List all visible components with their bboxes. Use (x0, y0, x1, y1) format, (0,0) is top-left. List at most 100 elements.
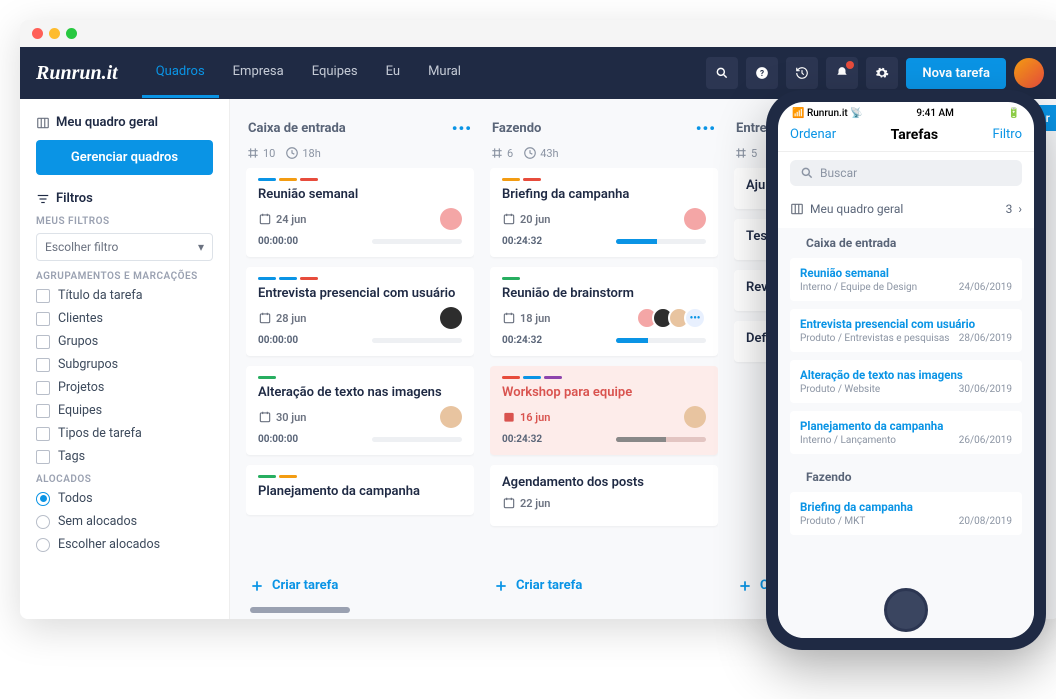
assignee-avatar[interactable] (684, 406, 706, 428)
phone-task-item[interactable]: Entrevista presencial com usuárioProduto… (790, 309, 1022, 352)
column-menu-icon[interactable]: ••• (696, 119, 716, 138)
brand-logo[interactable]: Runrun.it (36, 62, 118, 85)
nav-item[interactable]: Equipes (298, 48, 372, 98)
maximize-icon[interactable] (66, 28, 77, 39)
card-title: Entrevista presencial com usuário (258, 286, 462, 301)
group-checkbox[interactable]: Projetos (36, 380, 213, 395)
window-chrome (20, 20, 1056, 47)
group-checkbox[interactable]: Tipos de tarefa (36, 426, 213, 441)
nav-item[interactable]: Mural (414, 48, 475, 98)
phone-task-meta: Interno / Equipe de Design (800, 282, 917, 293)
home-button[interactable] (884, 588, 928, 632)
column-title: Caixa de entrada (248, 121, 346, 136)
card-progress (616, 338, 706, 343)
phone-task-item[interactable]: Reunião semanal Interno / Equipe de Desig… (790, 258, 1022, 301)
phone-task-title: Entrevista presencial com usuário (800, 317, 1012, 331)
phone-task-title: Reunião semanal (800, 266, 1012, 280)
history-icon[interactable] (786, 57, 818, 89)
task-card[interactable]: Reunião de brainstorm18 jun•••00:24:32 (490, 267, 718, 356)
card-date: 18 jun (502, 311, 550, 325)
task-card[interactable]: Agendamento dos posts22 jun (490, 465, 718, 526)
task-card[interactable]: Workshop para equipe16 jun00:24:32 (490, 366, 718, 455)
card-date: 20 jun (502, 212, 550, 226)
card-tags (258, 475, 462, 478)
card-progress (372, 338, 462, 343)
bell-icon[interactable] (826, 57, 858, 89)
minimize-icon[interactable] (49, 28, 60, 39)
card-time: 00:00:00 (258, 335, 298, 346)
task-card[interactable]: Briefing da campanha 20 jun 00:24:32 (490, 168, 718, 257)
group-checkbox[interactable]: Grupos (36, 334, 213, 349)
task-card[interactable]: Reunião semanal24 jun00:00:00 (246, 168, 474, 257)
battery-icon: 🔋 (1008, 108, 1020, 119)
horizontal-scrollbar[interactable] (250, 607, 350, 613)
alloc-radio[interactable]: Sem alocados (36, 514, 213, 529)
alloc-label: ALOCADOS (36, 474, 213, 485)
assignee-avatar[interactable] (440, 208, 462, 230)
filter-button[interactable]: Filtro (993, 127, 1022, 143)
assignee-avatar[interactable] (440, 307, 462, 329)
card-date: 24 jun (258, 212, 306, 226)
card-tags (502, 178, 706, 181)
column-stats: 643h (490, 146, 718, 160)
group-checkbox[interactable]: Tags (36, 449, 213, 464)
card-time: 00:24:32 (502, 335, 542, 346)
new-task-button[interactable]: Nova tarefa (906, 58, 1006, 89)
nav-item[interactable]: Empresa (219, 48, 298, 98)
task-card[interactable]: Alteração de texto nas imagens30 jun00:0… (246, 366, 474, 455)
card-tags (502, 277, 706, 280)
nav-item[interactable]: Quadros (142, 48, 219, 98)
nav-item[interactable]: Eu (372, 48, 414, 98)
card-progress (372, 239, 462, 244)
group-checkbox[interactable]: Clientes (36, 311, 213, 326)
create-task-button[interactable]: Criar tarefa (246, 568, 474, 603)
svg-text:?: ? (760, 68, 764, 78)
user-avatar[interactable] (1014, 58, 1044, 88)
task-card[interactable]: Planejamento da campanha (246, 465, 474, 515)
alloc-radio[interactable]: Escolher alocados (36, 537, 213, 552)
card-title: Reunião semanal (258, 187, 462, 202)
wifi-icon: 📡 (850, 108, 862, 119)
assignee-avatar[interactable] (684, 208, 706, 230)
board-title: Meu quadro geral (36, 115, 213, 130)
card-time: 00:00:00 (258, 434, 298, 445)
phone-title: Tarefas (891, 127, 938, 143)
sort-button[interactable]: Ordenar (790, 127, 836, 143)
manage-boards-button[interactable]: Gerenciar quadros (36, 140, 213, 175)
column-title: Entre (736, 121, 767, 136)
phone-section-title: Fazendo (790, 462, 1022, 492)
phone-task-title: Planejamento da campanha (800, 419, 1012, 433)
phone-task-meta: Produto / MKT (800, 516, 865, 527)
close-icon[interactable] (32, 28, 43, 39)
group-checkbox[interactable]: Título da tarefa (36, 288, 213, 303)
filter-select[interactable]: Escolher filtro ▾ (36, 233, 213, 261)
card-time: 00:24:32 (502, 236, 542, 247)
card-progress (616, 239, 706, 244)
alloc-radio[interactable]: Todos (36, 491, 213, 506)
more-avatars[interactable]: ••• (684, 307, 706, 329)
column-menu-icon[interactable]: ••• (452, 119, 472, 138)
create-task-button[interactable]: Criar tarefa (490, 568, 718, 603)
group-checkbox[interactable]: Subgrupos (36, 357, 213, 372)
phone-task-item[interactable]: Alteração de texto nas imagensProduto / … (790, 360, 1022, 403)
phone-task-item[interactable]: Briefing da campanhaProduto / MKT20/08/2… (790, 492, 1022, 535)
phone-task-item[interactable]: Planejamento da campanha Interno / Lançam… (790, 411, 1022, 454)
card-title: Workshop para equipe (502, 385, 706, 400)
card-title: Briefing da campanha (502, 187, 706, 202)
card-progress (616, 437, 706, 442)
help-icon[interactable]: ? (746, 57, 778, 89)
gear-icon[interactable] (866, 57, 898, 89)
phone-mockup: 📶 Runrun.it 📡 9:41 AM 🔋 Ordenar Tarefas … (766, 90, 1046, 650)
assignee-avatar[interactable] (440, 406, 462, 428)
phone-nav: Ordenar Tarefas Filtro (778, 121, 1034, 152)
phone-task-meta: Interno / Lançamento (800, 435, 896, 446)
phone-search-input[interactable]: Buscar (790, 160, 1022, 186)
task-card[interactable]: Entrevista presencial com usuário28 jun0… (246, 267, 474, 356)
card-date: 22 jun (502, 496, 550, 510)
group-checkbox[interactable]: Equipes (36, 403, 213, 418)
search-icon[interactable] (706, 57, 738, 89)
phone-board-select[interactable]: Meu quadro geral 3 › (790, 198, 1022, 220)
signal-icon: 📶 (792, 108, 804, 119)
kanban-column: Fazendo•••643hBriefing da campanha20 jun… (490, 115, 718, 603)
phone-status-bar: 📶 Runrun.it 📡 9:41 AM 🔋 (778, 102, 1034, 121)
